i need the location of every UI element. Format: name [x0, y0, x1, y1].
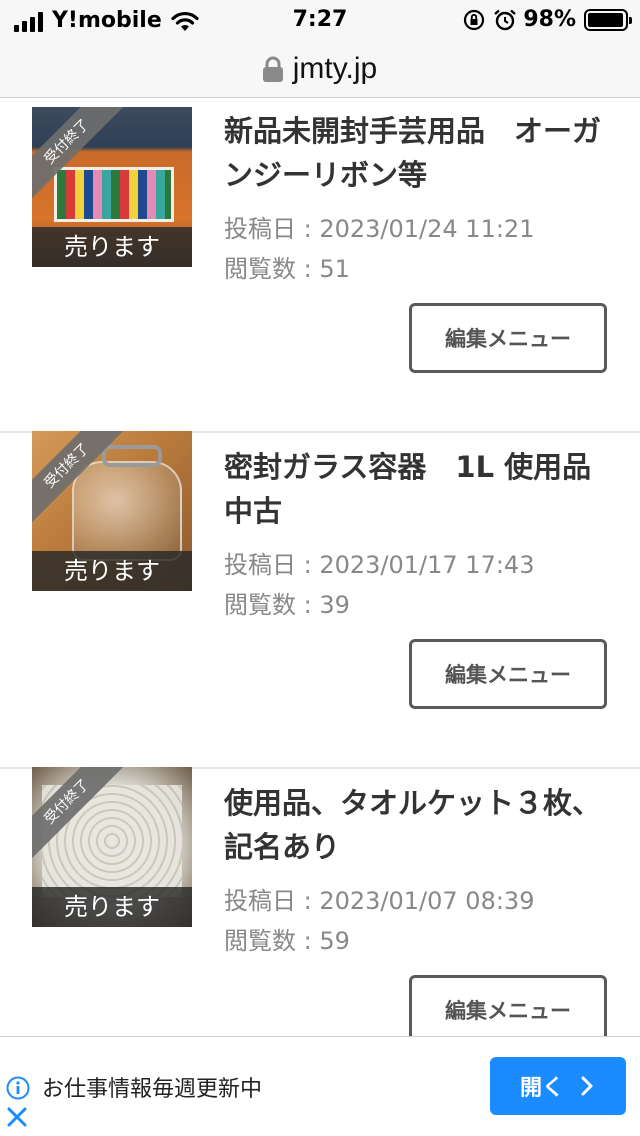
view-count: 閲覧数 : 39 [224, 591, 350, 619]
edit-menu-button[interactable]: 編集メニュー [409, 975, 607, 1036]
item-title[interactable]: 新品未開封手芸用品 オーガンジーリボン等 [224, 109, 614, 197]
item-thumbnail[interactable]: 受付終了 売ります [32, 107, 192, 267]
item-title[interactable]: 密封ガラス容器 1L 使用品 中古 [224, 445, 620, 533]
battery-percent: 98% [523, 7, 576, 32]
list-item[interactable]: 受付終了 売ります 密封ガラス容器 1L 使用品 中古 投稿日 : 2023/0… [0, 431, 640, 769]
view-count: 閲覧数 : 59 [224, 927, 350, 955]
battery-icon [584, 8, 632, 31]
sell-label: 売ります [32, 887, 192, 927]
posted-date: 投稿日 : 2023/01/24 11:21 [224, 215, 535, 243]
item-title[interactable]: 使用品、タオルケット３枚、記名あり [224, 781, 614, 869]
posted-date: 投稿日 : 2023/01/07 08:39 [224, 887, 535, 915]
posted-date: 投稿日 : 2023/01/17 17:43 [224, 551, 535, 579]
url-text: jmty.jp [292, 51, 378, 85]
sell-label: 売ります [32, 227, 192, 267]
close-icon[interactable] [4, 1104, 30, 1130]
info-icon[interactable] [6, 1076, 30, 1100]
item-thumbnail[interactable]: 受付終了 売ります [32, 767, 192, 927]
ad-open-button[interactable]: 開く [490, 1057, 626, 1115]
item-thumbnail[interactable]: 受付終了 売ります [32, 431, 192, 591]
edit-menu-button[interactable]: 編集メニュー [409, 639, 607, 709]
list-item[interactable]: 受付終了 売ります 使用品、タオルケット３枚、記名あり 投稿日 : 2023/0… [0, 767, 640, 1036]
list-item[interactable]: 受付終了 売ります 新品未開封手芸用品 オーガンジーリボン等 投稿日 : 202… [0, 99, 640, 433]
sell-label: 売ります [32, 551, 192, 591]
edit-menu-button[interactable]: 編集メニュー [409, 303, 607, 373]
battery-fill [588, 12, 624, 27]
address-bar[interactable]: jmty.jp [0, 40, 640, 98]
ad-open-label: 開く [519, 1076, 564, 1101]
lock-icon [262, 56, 283, 82]
ad-text[interactable]: お仕事情報毎週更新中 [42, 1071, 262, 1103]
alarm-icon [494, 9, 517, 30]
status-bar: Y!mobile 7:27 98% [0, 0, 640, 40]
chevron-right-icon [581, 1076, 593, 1096]
listing-container: 受付終了 売ります 新品未開封手芸用品 オーガンジーリボン等 投稿日 : 202… [0, 99, 640, 1036]
view-count: 閲覧数 : 51 [224, 255, 350, 283]
rotation-lock-icon [464, 9, 485, 30]
